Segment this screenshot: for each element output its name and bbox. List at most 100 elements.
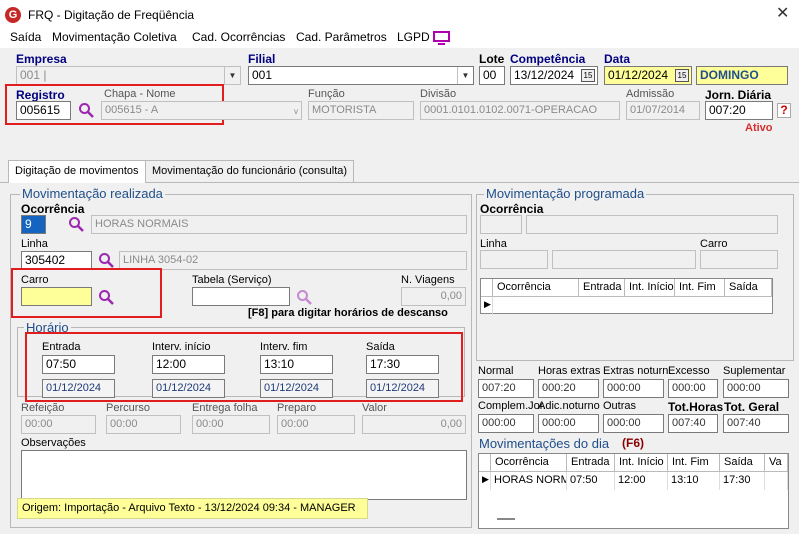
search-icon[interactable]	[78, 102, 94, 118]
grid-corner	[481, 279, 493, 297]
tab-digitacao[interactable]: Digitação de movimentos	[8, 160, 146, 183]
saida-time-input[interactable]: 17:30	[366, 355, 439, 374]
dia-grid[interactable]: Ocorrência Entrada Int. Início Int. Fim …	[478, 453, 789, 529]
linha-label: Linha	[21, 238, 48, 250]
search-icon[interactable]	[98, 289, 114, 305]
lote-input[interactable]: 00	[479, 66, 505, 85]
totgeral-field: 007:40	[723, 414, 789, 433]
filial-label: Filial	[248, 52, 276, 66]
prog-carro-field	[700, 250, 778, 269]
observacoes-textarea[interactable]	[21, 450, 467, 500]
monitor-icon[interactable]	[433, 31, 451, 45]
close-icon[interactable]: ✕	[776, 3, 789, 23]
linha-desc: LINHA 3054-02	[119, 251, 467, 270]
prog-linha-label: Linha	[480, 238, 507, 250]
tabela-label: Tabela (Serviço)	[192, 274, 272, 286]
outras-field: 000:00	[603, 414, 664, 433]
normal-label: Normal	[478, 365, 514, 377]
intfim-time-input[interactable]: 13:10	[260, 355, 333, 374]
chevron-down-icon: ▼	[457, 67, 473, 84]
scrollbar-thumb[interactable]	[497, 518, 515, 520]
tothoras-label: Tot.Horas	[668, 400, 724, 414]
tabela-input[interactable]	[192, 287, 290, 306]
jornada-field: 007:20	[705, 101, 773, 120]
registro-input[interactable]: 005615	[16, 101, 71, 120]
excesso-field: 000:00	[668, 379, 718, 398]
entrada-time-input[interactable]: 07:50	[42, 355, 115, 374]
excesso-label: Excesso	[668, 365, 710, 377]
intfim-date-field[interactable]: 01/12/2024	[260, 379, 333, 398]
table-cell[interactable]: 12:00	[615, 472, 668, 490]
table-cell[interactable]: HORAS NORM	[491, 472, 567, 490]
prog-ocorrencia-code	[480, 215, 522, 234]
table-cell[interactable]: 07:50	[567, 472, 615, 490]
competencia-input[interactable]: 13/12/2024 15	[510, 66, 598, 85]
search-icon[interactable]	[68, 216, 84, 232]
preparo-field: 00:00	[277, 415, 355, 434]
menu-movimentacao-coletiva[interactable]: Movimentação Coletiva	[52, 30, 177, 44]
menu-saida[interactable]: Saída	[10, 30, 41, 44]
grid-header[interactable]: Int. Fim	[675, 279, 725, 297]
valor-label: Valor	[362, 402, 387, 414]
grid-header[interactable]: Int. Início	[615, 454, 668, 472]
carro-input[interactable]	[21, 287, 92, 306]
observacoes-label: Observações	[21, 437, 86, 449]
grid-header[interactable]: Entrada	[579, 279, 625, 297]
ocorrencia-desc: HORAS NORMAIS	[91, 215, 467, 234]
programada-grid[interactable]: Ocorrência Entrada Int. Início Int. Fim …	[480, 278, 773, 315]
chapa-nome-select[interactable]: 005615 - Av	[101, 101, 302, 120]
grid-header[interactable]: Saída	[725, 279, 772, 297]
complem-field: 000:00	[478, 414, 534, 433]
table-cell[interactable]: 17:30	[720, 472, 765, 490]
table-cell[interactable]: 13:10	[668, 472, 720, 490]
table-cell[interactable]	[765, 472, 788, 490]
suplementar-label: Suplementar	[723, 365, 786, 377]
f8-hint: [F8] para digitar horários de descanso	[248, 307, 448, 319]
ocorrencia-code-input[interactable]: 9	[21, 215, 46, 234]
grid-header[interactable]: Ocorrência	[491, 454, 567, 472]
menu-lgpd[interactable]: LGPD	[397, 30, 430, 44]
entrada-date-field[interactable]: 01/12/2024	[42, 379, 115, 398]
intini-label: Interv. início	[152, 341, 211, 353]
grid-header[interactable]: Int. Fim	[668, 454, 720, 472]
menu-cad-ocorrencias[interactable]: Cad. Ocorrências	[192, 30, 285, 44]
programada-title: Movimentação programada	[484, 186, 647, 201]
viagens-label: N. Viagens	[401, 274, 455, 286]
status-badge: Ativo	[745, 122, 773, 134]
grid-header[interactable]: Int. Início	[625, 279, 675, 297]
grid-header[interactable]: Saída	[720, 454, 765, 472]
adicnot-field: 000:00	[538, 414, 599, 433]
viagens-field: 0,00	[401, 287, 466, 306]
help-icon[interactable]: ?	[777, 103, 791, 118]
search-icon[interactable]	[296, 289, 312, 305]
grid-header[interactable]: Va	[765, 454, 788, 472]
tothoras-field: 007:40	[668, 414, 718, 433]
grid-header[interactable]: Entrada	[567, 454, 615, 472]
funcao-field: MOTORISTA	[308, 101, 414, 120]
app-logo-icon: G	[5, 7, 21, 23]
calendar-icon[interactable]: 15	[675, 69, 689, 82]
entrega-field: 00:00	[192, 415, 270, 434]
intini-time-input[interactable]: 12:00	[152, 355, 225, 374]
f6-shortcut: (F6)	[622, 436, 644, 450]
calendar-icon[interactable]: 15	[581, 69, 595, 82]
data-input[interactable]: 01/12/2024 15	[604, 66, 692, 85]
tab-movimentacao-funcionario[interactable]: Movimentação do funcionário (consulta)	[145, 160, 355, 182]
data-label: Data	[604, 52, 631, 66]
empresa-select[interactable]: 001 | ▼	[16, 66, 241, 85]
search-icon[interactable]	[98, 252, 114, 268]
percurso-field: 00:00	[106, 415, 181, 434]
grid-header[interactable]: Ocorrência	[493, 279, 579, 297]
outras-label: Outras	[603, 400, 637, 412]
refeicao-field: 00:00	[21, 415, 96, 434]
valor-field: 0,00	[362, 415, 466, 434]
ocorrencia-label: Ocorrência	[21, 202, 85, 216]
divisao-label: Divisão	[420, 88, 457, 100]
chevron-down-icon: ▼	[224, 67, 240, 84]
saida-date-field[interactable]: 01/12/2024	[366, 379, 439, 398]
prog-ocorrencia-label: Ocorrência	[480, 202, 544, 216]
menu-cad-parametros[interactable]: Cad. Parâmetros	[296, 30, 387, 44]
adicnot-label: Adic.noturno	[538, 400, 600, 412]
intini-date-field[interactable]: 01/12/2024	[152, 379, 225, 398]
filial-select[interactable]: 001 ▼	[248, 66, 474, 85]
